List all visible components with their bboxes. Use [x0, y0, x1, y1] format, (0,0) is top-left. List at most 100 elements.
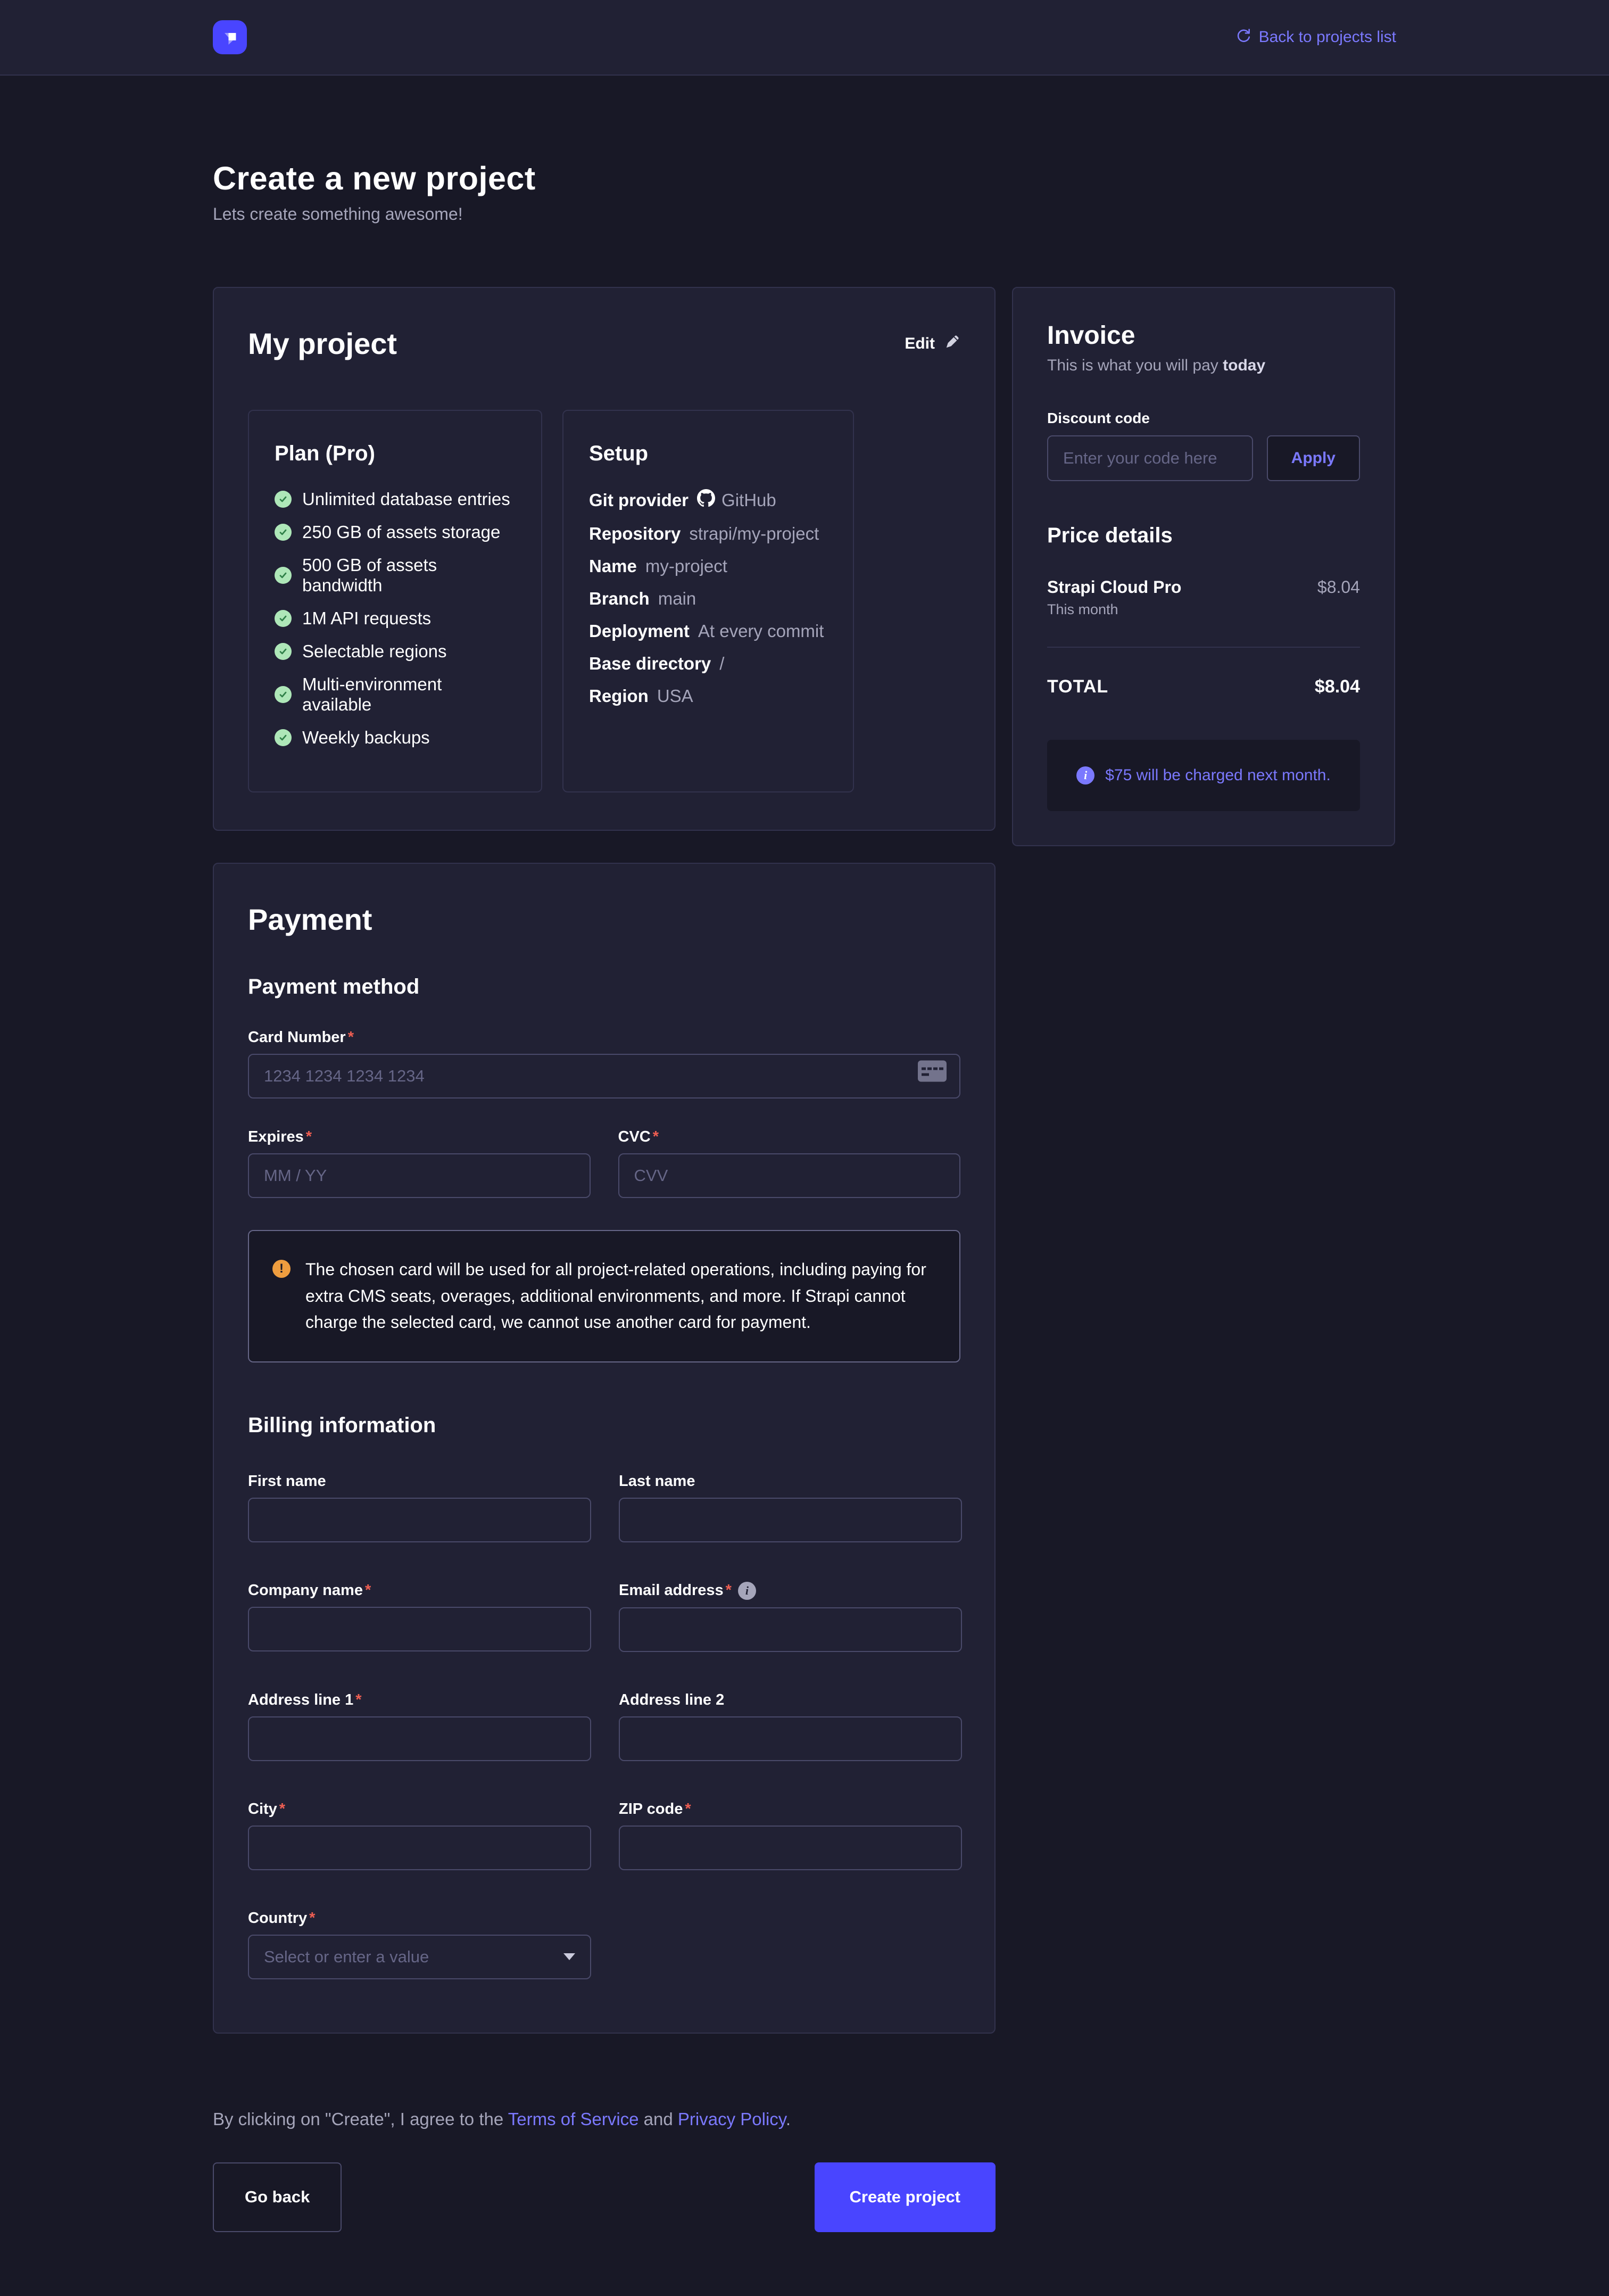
setup-row-deployment: Deployment At every commit — [589, 621, 827, 641]
plan-feature-label: 250 GB of assets storage — [302, 522, 500, 542]
setup-row-repository: Repository strapi/my-project — [589, 524, 827, 544]
back-link-label: Back to projects list — [1259, 28, 1396, 46]
country-select[interactable]: Select or enter a value — [248, 1935, 591, 1979]
card-number-label: Card Number — [248, 1029, 354, 1046]
warning-icon: ! — [272, 1260, 291, 1278]
check-circle-icon — [275, 686, 292, 703]
check-circle-icon — [275, 729, 292, 746]
setup-title: Setup — [589, 442, 827, 466]
price-details-title: Price details — [1047, 524, 1360, 548]
address-line-1-input[interactable] — [248, 1716, 591, 1761]
next-month-charge-note: i $75 will be charged next month. — [1047, 740, 1360, 811]
plan-feature-list: Unlimited database entries 250 GB of ass… — [275, 489, 516, 748]
plan-feature-item: Weekly backups — [275, 728, 516, 748]
last-name-label: Last name — [619, 1473, 695, 1490]
card-usage-notice: ! The chosen card will be used for all p… — [248, 1230, 960, 1362]
setup-row-base-directory: Base directory / — [589, 654, 827, 674]
check-circle-icon — [275, 643, 292, 660]
plan-feature-label: 500 GB of assets bandwidth — [302, 555, 516, 596]
next-month-charge-text: $75 will be charged next month. — [1105, 766, 1331, 784]
check-circle-icon — [275, 491, 292, 508]
setup-row-name: Name my-project — [589, 556, 827, 576]
total-amount: $8.04 — [1315, 676, 1360, 697]
discount-code-label: Discount code — [1047, 410, 1360, 427]
company-name-input[interactable] — [248, 1607, 591, 1651]
create-project-button[interactable]: Create project — [815, 2162, 996, 2232]
plan-subcard: Plan (Pro) Unlimited database entries 25… — [248, 410, 542, 792]
invoice-line-item: Strapi Cloud Pro $8.04 — [1047, 577, 1360, 597]
invoice-subtitle: This is what you will pay today — [1047, 357, 1360, 375]
first-name-input[interactable] — [248, 1498, 591, 1542]
page-subtitle: Lets create something awesome! — [213, 204, 1396, 224]
country-label: Country — [248, 1910, 315, 1927]
card-number-input[interactable] — [248, 1054, 960, 1099]
zip-code-label: ZIP code — [619, 1801, 691, 1818]
plan-title: Plan (Pro) — [275, 442, 516, 466]
email-info-icon[interactable]: i — [738, 1582, 756, 1600]
agreement-text: By clicking on "Create", I agree to the … — [213, 2109, 996, 2129]
info-icon: i — [1076, 766, 1094, 784]
pencil-icon — [944, 334, 960, 354]
billing-information-title: Billing information — [248, 1414, 960, 1438]
back-to-projects-link[interactable]: Back to projects list — [1235, 27, 1396, 47]
line-item-name: Strapi Cloud Pro — [1047, 577, 1181, 597]
chevron-down-icon — [563, 1953, 575, 1960]
plan-feature-item: 250 GB of assets storage — [275, 522, 516, 542]
my-project-title: My project — [248, 326, 397, 361]
last-name-input[interactable] — [619, 1498, 962, 1542]
city-input[interactable] — [248, 1826, 591, 1870]
go-back-button[interactable]: Go back — [213, 2162, 342, 2232]
edit-button[interactable]: Edit — [905, 334, 960, 354]
plan-feature-item: 1M API requests — [275, 608, 516, 629]
cvc-label: CVC — [618, 1128, 659, 1146]
invoice-total-row: TOTAL $8.04 — [1047, 676, 1360, 697]
setup-row-git-provider: Git provider GitHub — [589, 489, 827, 511]
zip-code-input[interactable] — [619, 1826, 962, 1870]
company-name-label: Company name — [248, 1582, 371, 1599]
plan-feature-label: Weekly backups — [302, 728, 430, 748]
plan-feature-item: 500 GB of assets bandwidth — [275, 555, 516, 596]
first-name-label: First name — [248, 1473, 326, 1490]
line-item-period: This month — [1047, 601, 1360, 618]
address-line-2-label: Address line 2 — [619, 1691, 724, 1709]
plan-feature-item: Multi-environment available — [275, 674, 516, 715]
github-icon — [697, 489, 715, 511]
edit-button-label: Edit — [905, 335, 935, 353]
top-navigation-bar: Back to projects list — [0, 0, 1609, 76]
my-project-card: My project Edit Plan (P — [213, 287, 996, 831]
apply-discount-button[interactable]: Apply — [1267, 435, 1360, 481]
page-title: Create a new project — [213, 160, 1396, 197]
address-line-2-input[interactable] — [619, 1716, 962, 1761]
country-select-placeholder: Select or enter a value — [264, 1947, 429, 1967]
address-line-1-label: Address line 1 — [248, 1691, 362, 1709]
expires-input[interactable] — [248, 1153, 591, 1198]
invoice-divider — [1047, 647, 1360, 648]
check-circle-icon — [275, 524, 292, 541]
plan-feature-label: Unlimited database entries — [302, 489, 510, 509]
expires-label: Expires — [248, 1128, 312, 1146]
line-item-amount: $8.04 — [1317, 577, 1360, 597]
invoice-panel: Invoice This is what you will pay today … — [1012, 287, 1395, 846]
terms-of-service-link[interactable]: Terms of Service — [508, 2109, 639, 2129]
email-address-label: Email address — [619, 1582, 732, 1599]
setup-row-region: Region USA — [589, 686, 827, 706]
card-usage-notice-text: The chosen card will be used for all pro… — [305, 1257, 933, 1336]
discount-code-input[interactable] — [1047, 435, 1253, 481]
plan-feature-item: Unlimited database entries — [275, 489, 516, 509]
strapi-logo-icon — [213, 20, 247, 54]
setup-value-git-provider: GitHub — [721, 490, 776, 510]
payment-card: Payment Payment method Card Number — [213, 863, 996, 2034]
plan-feature-label: Multi-environment available — [302, 674, 516, 715]
cvc-input[interactable] — [618, 1153, 961, 1198]
city-label: City — [248, 1801, 285, 1818]
check-circle-icon — [275, 610, 292, 627]
setup-subcard: Setup Git provider GitHub — [562, 410, 854, 792]
setup-row-branch: Branch main — [589, 589, 827, 609]
back-arrow-icon — [1235, 27, 1251, 47]
privacy-policy-link[interactable]: Privacy Policy — [678, 2109, 786, 2129]
invoice-title: Invoice — [1047, 321, 1360, 350]
payment-method-title: Payment method — [248, 975, 960, 999]
credit-card-icon — [918, 1061, 947, 1085]
email-address-input[interactable] — [619, 1607, 962, 1652]
total-label: TOTAL — [1047, 676, 1108, 697]
